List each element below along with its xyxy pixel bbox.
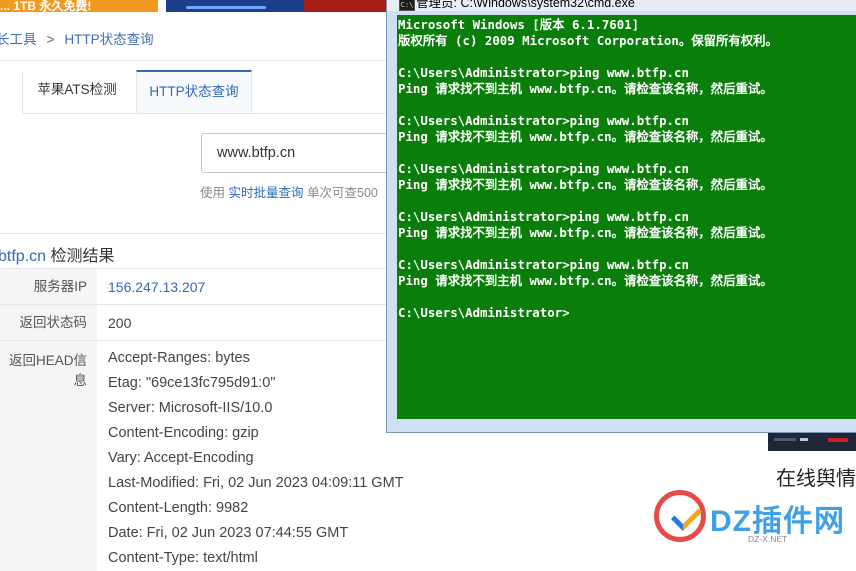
head-line: Content-Encoding: gzip [108, 425, 259, 441]
dz-logo-icon [654, 490, 706, 542]
cmd-app-icon: C:\ [399, 0, 415, 11]
result-title: btfp.cn 检测结果 [0, 242, 115, 266]
head-info-list: Accept-Ranges: bytes Etag: "69ce13fc795d… [108, 346, 404, 571]
watermark-subtext: DZ-X.NET [748, 534, 788, 544]
head-line: Accept-Ranges: bytes [108, 350, 250, 366]
row-key-status-code: 返回状态码 [0, 305, 97, 341]
banner-promo-red[interactable] [304, 0, 392, 12]
status-code-value: 200 [108, 315, 132, 331]
tab-http-status[interactable]: HTTP状态查询 [136, 70, 252, 114]
tab-apple-ats[interactable]: 苹果ATS检测 [22, 70, 132, 112]
banner-promo-orange[interactable]: ... 1TB 永久免费! [0, 0, 158, 12]
result-label: 检测结果 [50, 248, 115, 265]
breadcrumb-parent-link[interactable]: 长工具 [0, 32, 37, 47]
breadcrumb-separator: > [46, 32, 55, 47]
head-line: Content-Length: 9982 [108, 500, 249, 516]
head-line: Date: Fri, 02 Jun 2023 07:44:55 GMT [108, 525, 349, 541]
table-row: 返回HEAD信息 Accept-Ranges: bytes Etag: "69c… [0, 340, 404, 571]
cmd-console[interactable]: Microsoft Windows [版本 6.1.7601] 版权所有 (c)… [397, 15, 856, 419]
search-hint: 使用 实时批量查询 单次可查500 [200, 182, 378, 201]
tab-underline [22, 113, 387, 114]
result-domain[interactable]: btfp.cn [0, 248, 46, 265]
divider [0, 60, 390, 61]
cmd-window[interactable]: C:\ 管理员: C:\Windows\system32\cmd.exe Mic… [386, 0, 856, 433]
head-line: Vary: Accept-Encoding [108, 450, 254, 466]
table-row: 返回状态码 200 [0, 304, 390, 341]
breadcrumb-current-link[interactable]: HTTP状态查询 [64, 32, 153, 47]
row-key-head-info: 返回HEAD信息 [0, 341, 97, 571]
domain-search-input[interactable]: www.btfp.cn [201, 133, 401, 173]
ad-title[interactable]: 在线舆情 [776, 462, 856, 491]
head-line: Last-Modified: Fri, 02 Jun 2023 04:09:11… [108, 475, 404, 491]
breadcrumb: 长工具 > HTTP状态查询 [0, 28, 154, 48]
divider [0, 233, 390, 234]
cmd-output[interactable]: Microsoft Windows [版本 6.1.7601] 版权所有 (c)… [397, 15, 856, 321]
site-watermark: DZ插件网 DZ-X.NET [654, 490, 854, 559]
hint-prefix: 使用 [200, 186, 226, 200]
table-row: 服务器IP 156.247.13.207 [0, 268, 390, 305]
batch-query-link[interactable]: 实时批量查询 [229, 186, 304, 200]
cmd-window-title: 管理员: C:\Windows\system32\cmd.exe [416, 0, 635, 10]
head-line: Etag: "69ce13fc795d91:0" [108, 375, 276, 391]
row-key-server-ip: 服务器IP [0, 269, 97, 305]
head-line: Server: Microsoft-IIS/10.0 [108, 400, 273, 416]
cmd-title-bar[interactable]: C:\ 管理员: C:\Windows\system32\cmd.exe [387, 0, 856, 11]
server-ip-link[interactable]: 156.247.13.207 [108, 279, 205, 295]
banner-promo-blue[interactable] [166, 0, 304, 12]
hint-suffix: 单次可查500 [307, 186, 378, 200]
